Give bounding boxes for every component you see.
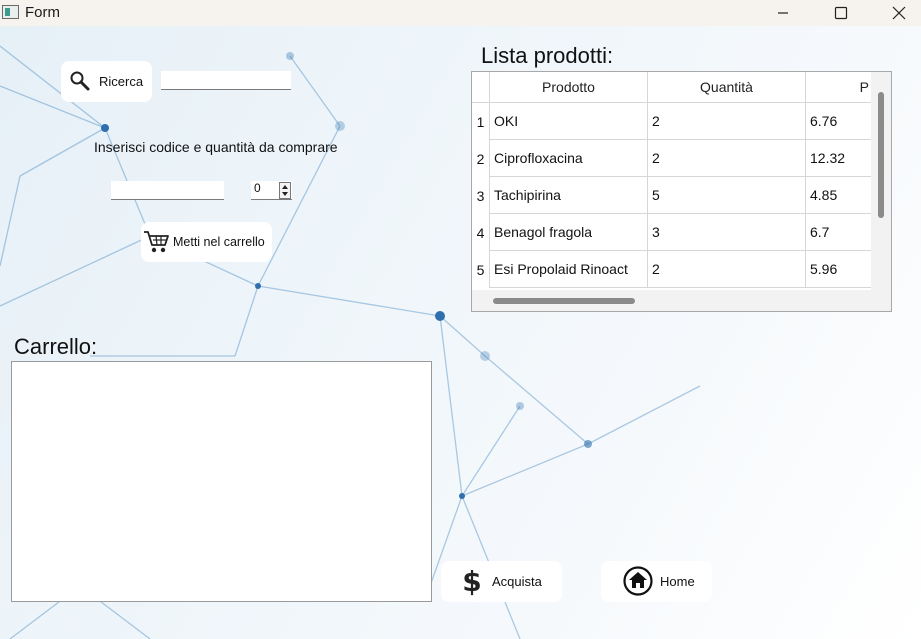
buy-button-label: Acquista: [492, 574, 542, 589]
buy-button[interactable]: $ Acquista: [441, 561, 562, 602]
table-cell-quantity[interactable]: 2: [648, 251, 806, 288]
table-cell-product[interactable]: Tachipirina: [490, 177, 648, 214]
products-table-viewport: Prodotto Quantità P 1 OKI 2 6.76 2 Cipro…: [472, 72, 871, 290]
form-client-area: Ricerca Inserisci codice e quantità da c…: [0, 26, 921, 639]
table-cell-price[interactable]: 5.96: [806, 251, 871, 288]
dollar-icon: $: [462, 566, 481, 596]
quantity-value: 0: [254, 181, 261, 195]
vertical-scrollbar[interactable]: [878, 92, 884, 218]
product-code-input[interactable]: [111, 181, 224, 200]
add-to-cart-button[interactable]: Metti nel carrello: [141, 222, 272, 262]
close-icon: [892, 6, 906, 20]
add-to-cart-label: Metti nel carrello: [173, 235, 265, 249]
products-heading: Lista prodotti:: [481, 43, 614, 68]
quantity-spin-buttons[interactable]: [279, 182, 291, 199]
maximize-icon: [834, 6, 848, 20]
column-header-price[interactable]: P: [806, 72, 871, 103]
cart-heading: Carrello:: [14, 334, 98, 359]
home-icon: [623, 566, 653, 596]
table-cell-price[interactable]: 6.76: [806, 103, 871, 140]
products-table[interactable]: Prodotto Quantità P 1 OKI 2 6.76 2 Cipro…: [471, 71, 892, 312]
row-header[interactable]: 4: [472, 214, 490, 251]
home-button-label: Home: [660, 574, 695, 589]
purchase-instruction-label: Inserisci codice e quantità da comprare: [94, 139, 338, 155]
column-header-product[interactable]: Prodotto: [490, 72, 648, 103]
column-header-quantity[interactable]: Quantità: [648, 72, 806, 103]
table-cell-product[interactable]: Benagol fragola: [490, 214, 648, 251]
cart-list[interactable]: [11, 361, 432, 602]
table-cell-quantity[interactable]: 2: [648, 140, 806, 177]
table-cell-quantity[interactable]: 2: [648, 103, 806, 140]
app-icon: [2, 5, 19, 19]
table-cell-price[interactable]: 12.32: [806, 140, 871, 177]
search-button[interactable]: Ricerca: [61, 61, 152, 102]
table-cell-price[interactable]: 6.7: [806, 214, 871, 251]
search-input[interactable]: [161, 71, 291, 90]
table-cell-quantity[interactable]: 5: [648, 177, 806, 214]
home-button[interactable]: Home: [601, 561, 712, 602]
quantity-stepper[interactable]: 0: [251, 181, 292, 200]
row-header[interactable]: 1: [472, 103, 490, 140]
maximize-button[interactable]: [818, 0, 864, 26]
window-title: Form: [25, 4, 60, 21]
table-cell-product[interactable]: Ciprofloxacina: [490, 140, 648, 177]
spin-arrows-icon: [282, 185, 288, 196]
table-cell-quantity[interactable]: 3: [648, 214, 806, 251]
shopping-cart-icon: [144, 231, 169, 253]
row-header[interactable]: 2: [472, 140, 490, 177]
table-cell-price[interactable]: 4.85: [806, 177, 871, 214]
horizontal-scrollbar[interactable]: [493, 298, 635, 304]
minimize-icon: [778, 12, 788, 14]
title-bar: Form: [0, 0, 921, 26]
close-button[interactable]: [876, 0, 921, 26]
magnifier-icon: [70, 71, 90, 91]
row-header[interactable]: 5: [472, 251, 490, 288]
search-button-label: Ricerca: [99, 74, 144, 89]
row-header[interactable]: 3: [472, 177, 490, 214]
table-cell-product[interactable]: OKI: [490, 103, 648, 140]
table-cell-product[interactable]: Esi Propolaid Rinoact: [490, 251, 648, 288]
table-corner: [472, 72, 490, 103]
svg-text:$: $: [462, 566, 481, 596]
minimize-button[interactable]: [760, 0, 806, 26]
